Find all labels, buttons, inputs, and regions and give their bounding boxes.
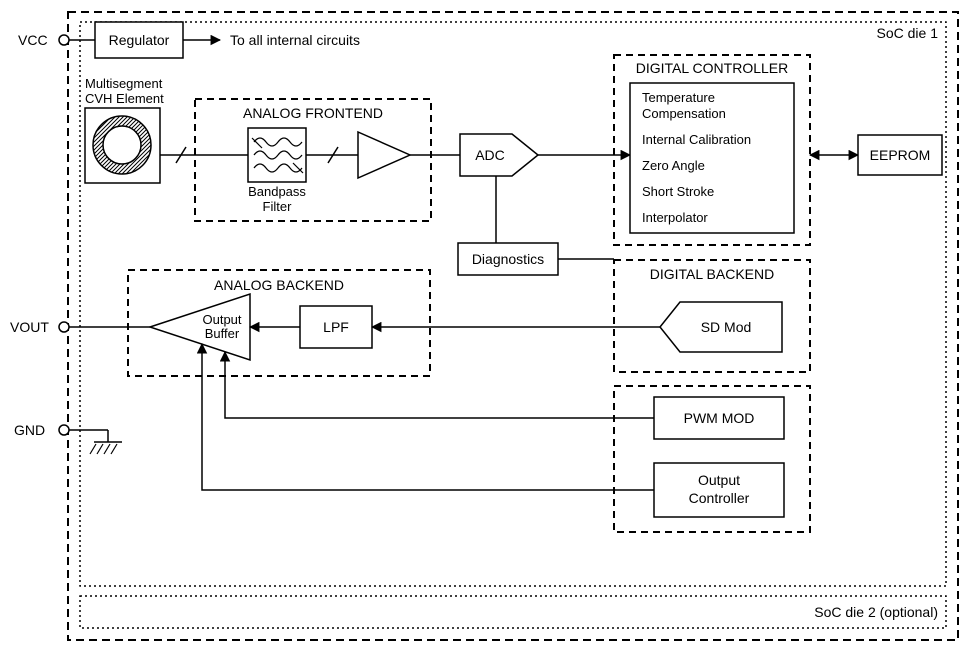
soc-die-2-label: SoC die 2 (optional) — [814, 604, 938, 620]
amp-block — [358, 132, 410, 178]
dc-item-1b: Compensation — [642, 106, 726, 121]
diagnostics-label: Diagnostics — [472, 251, 544, 267]
digital-controller-title: DIGITAL CONTROLLER — [636, 60, 788, 76]
vcc-pin — [59, 35, 69, 45]
vcc-label: VCC — [18, 32, 48, 48]
dc-item-5: Interpolator — [642, 210, 708, 225]
regulator-label: Regulator — [109, 32, 170, 48]
regulator-note: To all internal circuits — [230, 32, 360, 48]
digital-backend-title: DIGITAL BACKEND — [650, 266, 774, 282]
gnd-label: GND — [14, 422, 45, 438]
dc-item-2: Internal Calibration — [642, 132, 751, 147]
output-controller-label-2: Controller — [689, 490, 750, 506]
output-buffer-label-2: Buffer — [205, 326, 240, 341]
bandpass-block — [248, 128, 306, 182]
output-buffer-label-1: Output — [202, 312, 241, 327]
soc-die-1 — [80, 22, 946, 586]
cvh-label-1: Multisegment — [85, 76, 163, 91]
analog-backend-title: ANALOG BACKEND — [214, 277, 344, 293]
dc-item-4: Short Stroke — [642, 184, 714, 199]
analog-frontend-title: ANALOG FRONTEND — [243, 105, 383, 121]
soc-die-1-label: SoC die 1 — [877, 25, 939, 41]
wire-outctrl-outbuf — [202, 344, 654, 490]
pwm-mod-label: PWM MOD — [684, 410, 755, 426]
adc-label: ADC — [475, 147, 505, 163]
vout-pin — [59, 322, 69, 332]
bandpass-label-1: Bandpass — [248, 184, 306, 199]
dc-item-3: Zero Angle — [642, 158, 705, 173]
sd-mod-label: SD Mod — [701, 319, 752, 335]
gnd-symbol — [69, 430, 122, 454]
dc-item-1a: Temperature — [642, 90, 715, 105]
output-controller-label-1: Output — [698, 472, 740, 488]
wire-pwm-outbuf — [225, 352, 654, 418]
vout-label: VOUT — [10, 319, 49, 335]
cvh-label-2: CVH Element — [85, 91, 164, 106]
gnd-pin — [59, 425, 69, 435]
eeprom-label: EEPROM — [870, 147, 931, 163]
lpf-label: LPF — [323, 319, 349, 335]
bandpass-label-2: Filter — [263, 199, 293, 214]
